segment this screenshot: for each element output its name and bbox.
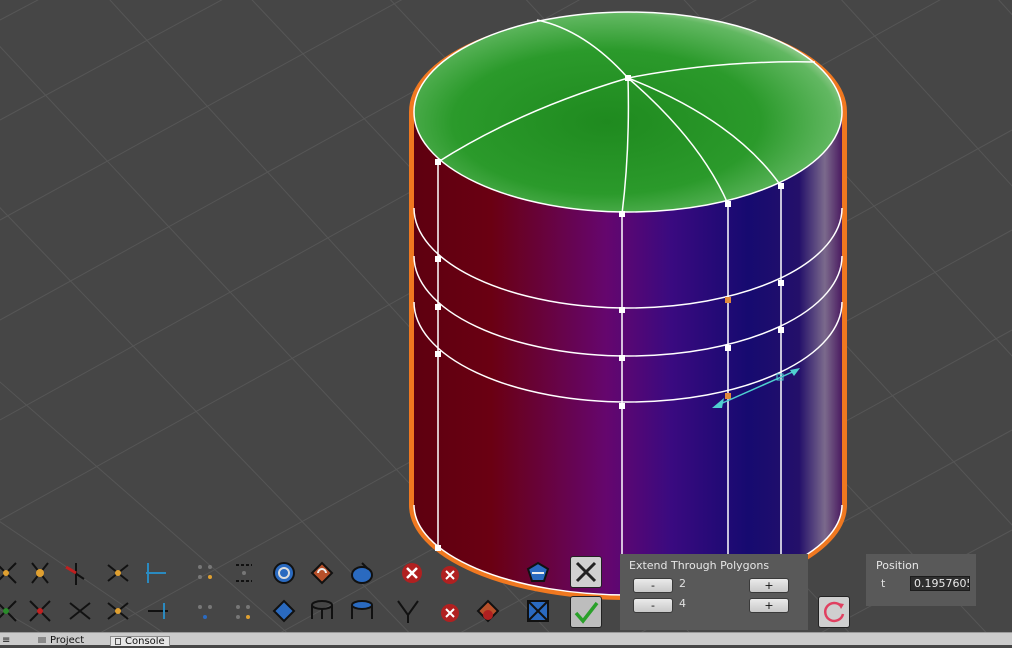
bridge-edges-icon[interactable] bbox=[230, 559, 258, 587]
cancel-button[interactable] bbox=[570, 556, 602, 588]
weld-vertices-icon[interactable] bbox=[26, 559, 54, 587]
flip-face-icon[interactable] bbox=[308, 559, 336, 587]
remove-vertex-icon[interactable] bbox=[436, 599, 464, 627]
insert-vertex-icon[interactable] bbox=[142, 559, 170, 587]
bevel-vertex-icon[interactable] bbox=[26, 597, 54, 625]
extend-row2-plus-button[interactable]: + bbox=[749, 598, 789, 613]
remove-face-icon[interactable] bbox=[394, 597, 422, 625]
connect-vertices-icon[interactable] bbox=[0, 559, 20, 587]
extend-row1-plus-button[interactable]: + bbox=[749, 578, 789, 593]
subdivide-face-icon[interactable] bbox=[270, 559, 298, 587]
vertex-snap-icon[interactable] bbox=[66, 597, 94, 625]
folder-icon bbox=[38, 637, 46, 643]
confirm-button[interactable] bbox=[570, 596, 602, 628]
position-t-field[interactable]: 0.1957605 bbox=[910, 576, 970, 591]
offset-vertex-icon[interactable] bbox=[104, 597, 132, 625]
split-vertex-icon[interactable] bbox=[104, 559, 132, 587]
select-ring-icon[interactable] bbox=[348, 597, 376, 625]
extend-row2-value: 4 bbox=[679, 597, 686, 610]
tab-console[interactable]: Console bbox=[110, 636, 170, 646]
extend-panel-title: Extend Through Polygons bbox=[629, 559, 770, 572]
collapse-icon[interactable] bbox=[62, 559, 90, 587]
position-t-label: t bbox=[881, 577, 886, 590]
cancel-icon bbox=[575, 561, 597, 583]
extend-row1-minus-button[interactable]: - bbox=[633, 578, 673, 593]
select-holes-icon[interactable] bbox=[524, 597, 552, 625]
bottom-tab-bar: ≡ Project Console bbox=[0, 632, 1012, 646]
conform-normals-icon[interactable] bbox=[524, 559, 552, 587]
extend-panel: Extend Through Polygons - 2 + - 4 + bbox=[620, 554, 808, 630]
delete-face-icon[interactable] bbox=[398, 559, 426, 587]
scene-viewport[interactable] bbox=[0, 0, 1012, 648]
extrude-edge-icon[interactable] bbox=[270, 597, 298, 625]
delete-edge-icon[interactable] bbox=[436, 561, 464, 589]
extend-row1-value: 2 bbox=[679, 577, 686, 590]
tab-console-label: Console bbox=[125, 636, 165, 646]
console-icon bbox=[115, 637, 121, 645]
position-panel-title: Position bbox=[876, 559, 919, 572]
viewport-canvas[interactable] bbox=[0, 0, 1012, 648]
extend-row2-minus-button[interactable]: - bbox=[633, 598, 673, 613]
merge-vertices-icon[interactable] bbox=[0, 597, 20, 625]
confirm-icon bbox=[574, 601, 599, 624]
triangulate-icon[interactable] bbox=[230, 597, 258, 625]
cylinder-mesh[interactable] bbox=[409, 11, 847, 600]
reset-icon bbox=[823, 601, 845, 623]
detach-face-icon[interactable] bbox=[308, 597, 336, 625]
edge-insert-icon[interactable] bbox=[144, 597, 172, 625]
extrude-face-icon[interactable] bbox=[348, 559, 376, 587]
subdivide-edge-icon[interactable] bbox=[474, 597, 502, 625]
reset-button[interactable] bbox=[818, 596, 850, 628]
edge-loop-icon[interactable] bbox=[192, 597, 220, 625]
fill-hole-icon[interactable] bbox=[192, 559, 220, 587]
